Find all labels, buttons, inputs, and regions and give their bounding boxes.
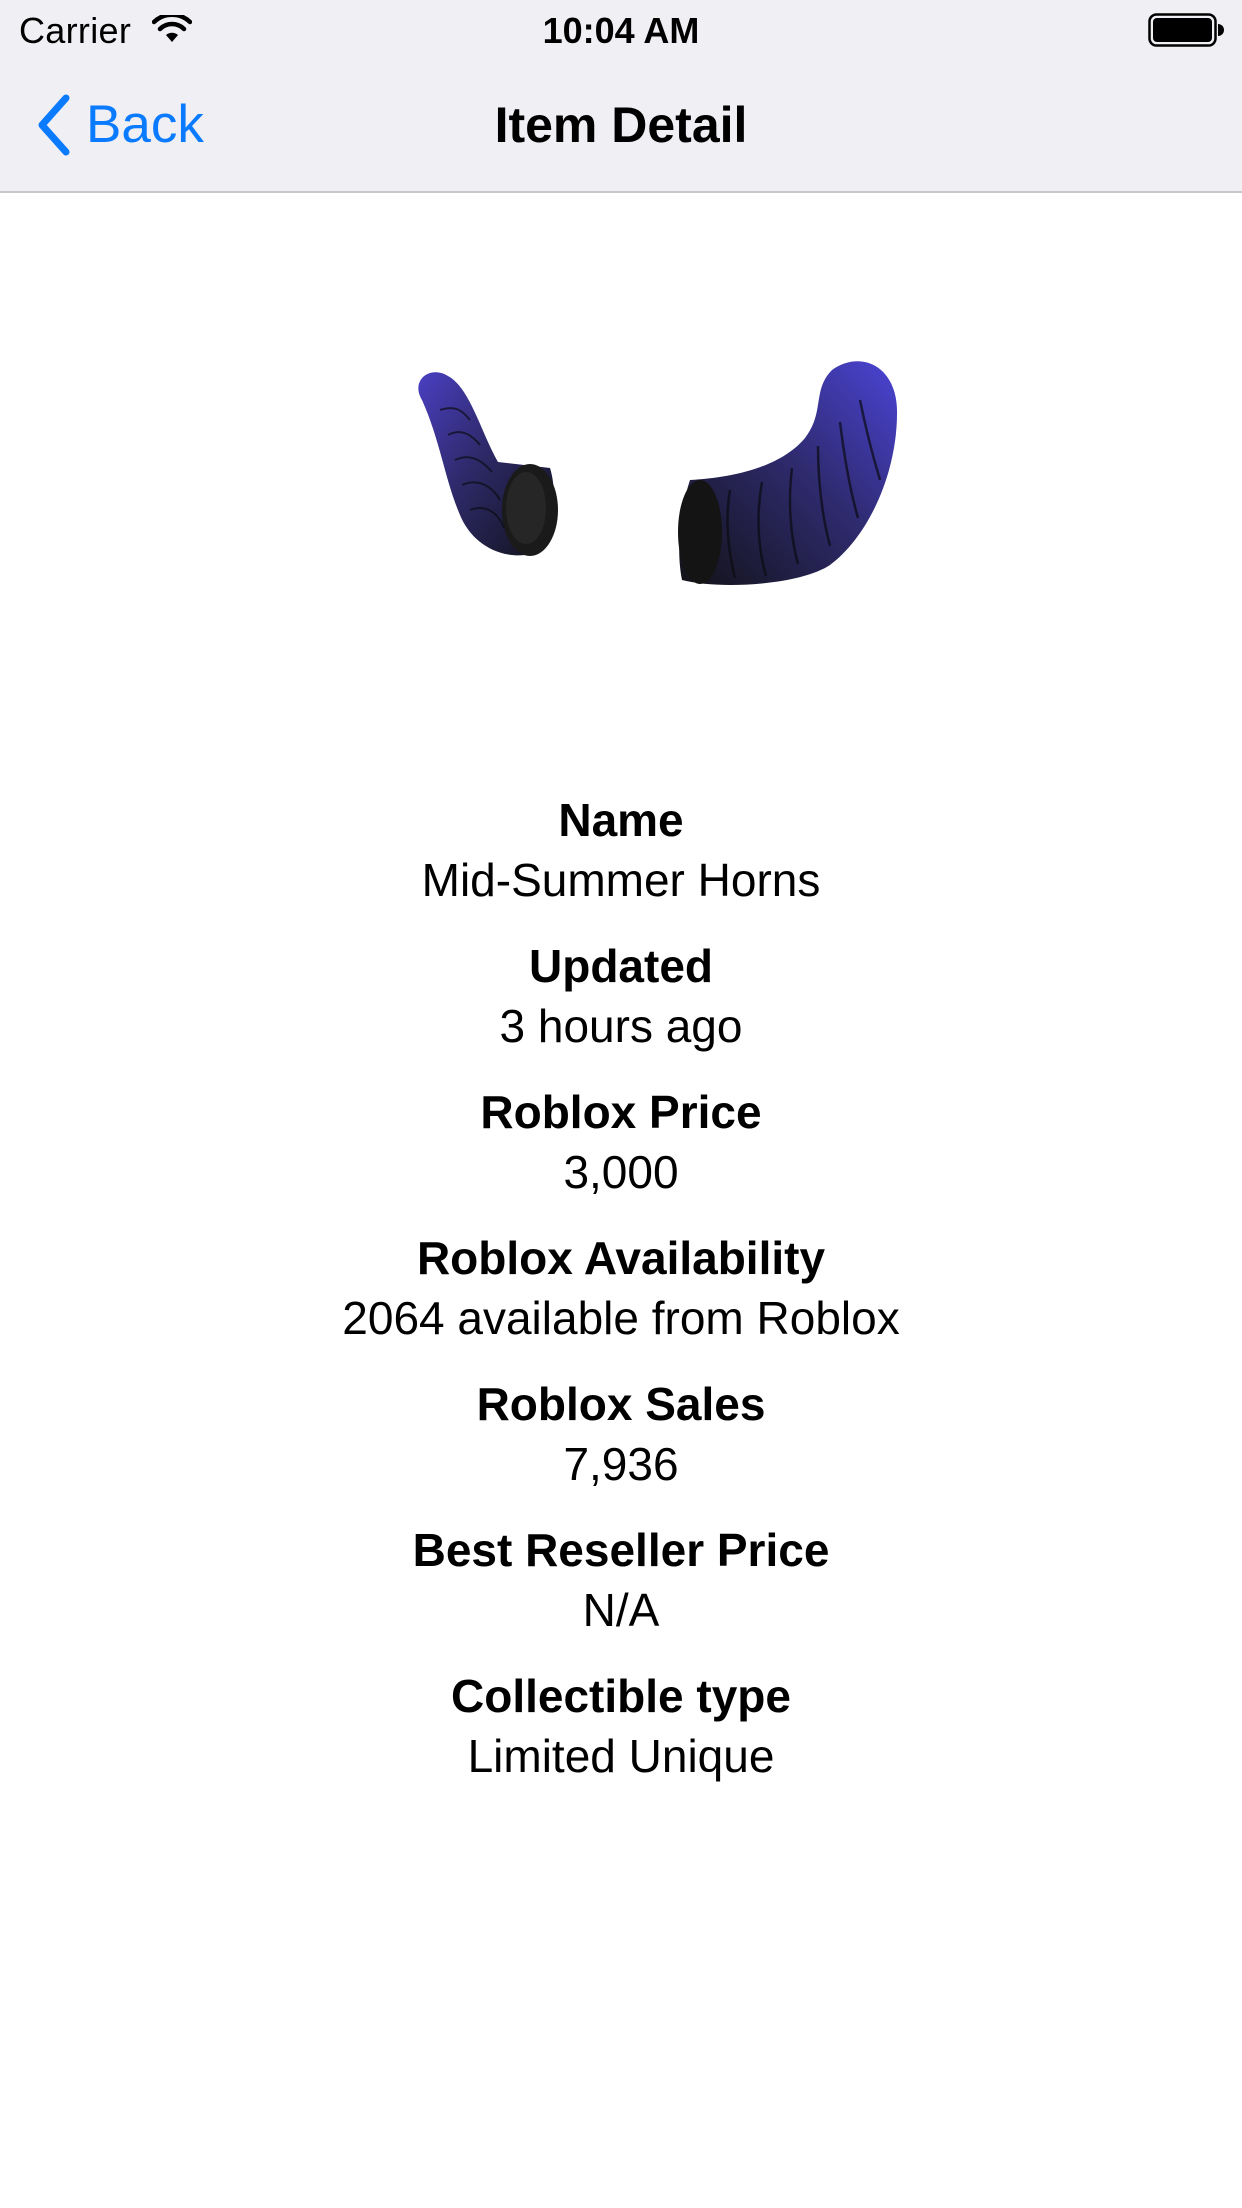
detail-value: Limited Unique bbox=[467, 1730, 775, 1782]
left-horn bbox=[418, 372, 558, 556]
status-bar: Carrier 10:04 AM bbox=[0, 0, 1242, 62]
page-title: Item Detail bbox=[494, 97, 748, 153]
detail-name: Name Mid-Summer Horns bbox=[0, 790, 1242, 936]
right-horn bbox=[678, 361, 898, 585]
detail-best-reseller-price: Best Reseller Price N/A bbox=[0, 1520, 1242, 1666]
detail-roblox-price: Roblox Price 3,000 bbox=[0, 1082, 1242, 1228]
detail-collectible-type: Collectible type Limited Unique bbox=[0, 1666, 1242, 1812]
detail-value: 3 hours ago bbox=[499, 1000, 743, 1052]
battery-icon bbox=[1148, 13, 1224, 47]
horns-image bbox=[418, 361, 898, 585]
detail-updated: Updated 3 hours ago bbox=[0, 936, 1242, 1082]
detail-value: Mid-Summer Horns bbox=[421, 854, 821, 906]
detail-roblox-sales: Roblox Sales 7,936 bbox=[0, 1374, 1242, 1520]
detail-label: Collectible type bbox=[451, 1670, 791, 1722]
detail-label: Roblox Availability bbox=[416, 1232, 826, 1284]
navigation-bar: Back Item Detail bbox=[0, 62, 1242, 193]
detail-label: Best Reseller Price bbox=[412, 1524, 830, 1576]
detail-label: Name bbox=[558, 794, 684, 846]
detail-label: Updated bbox=[529, 940, 713, 992]
detail-label: Roblox Sales bbox=[476, 1378, 766, 1430]
detail-value: N/A bbox=[582, 1584, 660, 1636]
detail-roblox-availability: Roblox Availability 2064 available from … bbox=[0, 1228, 1242, 1374]
detail-value: 2064 available from Roblox bbox=[342, 1292, 900, 1344]
detail-value: 7,936 bbox=[563, 1438, 679, 1490]
item-details: Name Mid-Summer Horns Updated 3 hours ag… bbox=[0, 790, 1242, 1812]
clock: 10:04 AM bbox=[542, 10, 700, 51]
detail-label: Roblox Price bbox=[480, 1086, 762, 1138]
detail-value: 3,000 bbox=[563, 1146, 679, 1198]
